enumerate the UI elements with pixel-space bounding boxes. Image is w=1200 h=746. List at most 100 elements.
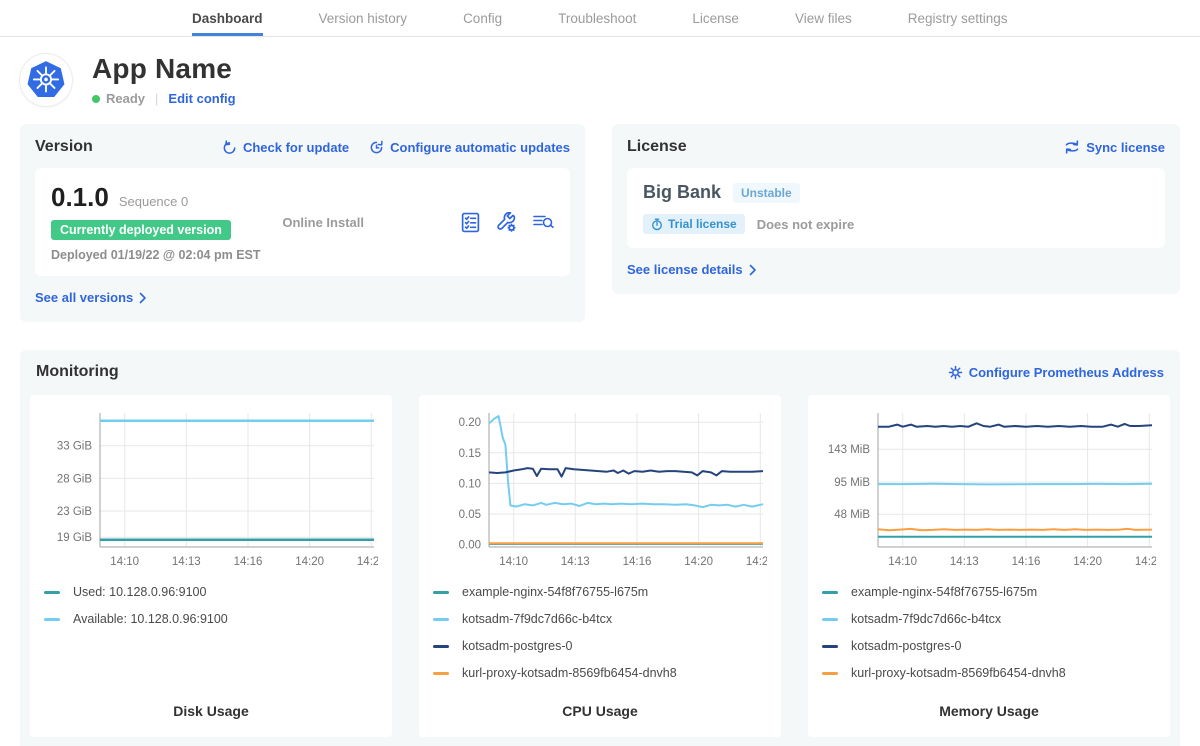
tab-license[interactable]: License [692,0,739,36]
channel-badge: Unstable [733,183,800,203]
legend-swatch [44,591,60,594]
svg-text:14:23: 14:23 [1135,556,1156,568]
monitoring-section: Monitoring Configure Prometheus Address … [20,350,1180,746]
sync-arrows-icon [1064,140,1080,154]
license-panel: Big Bank Unstable Trial license Does not… [627,168,1165,248]
status-dot [92,95,100,103]
legend-item: Used: 10.128.0.96:9100 [44,585,378,599]
chevron-right-icon [749,264,757,276]
svg-text:14:16: 14:16 [234,556,263,568]
svg-text:0.05: 0.05 [459,509,481,521]
svg-text:14:20: 14:20 [295,556,324,568]
svg-text:0.00: 0.00 [459,540,481,552]
page-title: App Name [92,53,236,85]
license-name: Big Bank [643,182,721,203]
svg-text:28 GiB: 28 GiB [57,473,92,485]
legend-label: Used: 10.128.0.96:9100 [73,585,206,599]
version-heading: Version [35,138,93,156]
legend-swatch [433,645,449,648]
legend-item: kurl-proxy-kotsadm-8569fb6454-dnvh8 [822,666,1156,680]
license-heading: License [627,138,687,156]
svg-text:48 MiB: 48 MiB [834,509,870,521]
clock-refresh-icon [369,140,384,155]
legend-item: example-nginx-54f8f76755-l675m [433,585,767,599]
legend-item: kotsadm-7f9dc7d66c-b4tcx [822,612,1156,626]
legend-item: kotsadm-postgres-0 [822,639,1156,653]
legend-label: kurl-proxy-kotsadm-8569fb6454-dnvh8 [462,666,677,680]
chart-legend: example-nginx-54f8f76755-l675m kotsadm-7f… [822,585,1156,693]
tab-version-history[interactable]: Version history [319,0,408,36]
license-card: License Sync license Big Bank Unstable [612,124,1180,294]
chart-title: Memory Usage [822,703,1156,723]
deployed-version-badge: Currently deployed version [51,220,231,240]
current-version-panel: 0.1.0 Sequence 0 Currently deployed vers… [35,168,570,276]
svg-text:0.10: 0.10 [459,478,481,490]
legend-label: kotsadm-7f9dc7d66c-b4tcx [462,612,612,626]
chart-legend: example-nginx-54f8f76755-l675m kotsadm-7f… [433,585,767,693]
refresh-icon [222,140,237,155]
legend-swatch [44,618,60,621]
edit-config-link[interactable]: Edit config [168,91,235,106]
sync-license-link[interactable]: Sync license [1064,140,1165,155]
svg-text:19 GiB: 19 GiB [57,532,92,544]
chart-title: Disk Usage [44,703,378,723]
cards-row: Version Check for update Configure au [0,124,1200,322]
svg-text:14:20: 14:20 [684,556,713,568]
chevron-right-icon [139,292,147,304]
chart-title: CPU Usage [433,703,767,723]
svg-text:14:10: 14:10 [499,556,528,568]
svg-text:95 MiB: 95 MiB [834,477,870,489]
svg-text:14:16: 14:16 [1012,556,1041,568]
legend-item: kotsadm-7f9dc7d66c-b4tcx [433,612,767,626]
see-license-details-link[interactable]: See license details [627,262,757,277]
stopwatch-icon [651,218,663,231]
legend-item: kotsadm-postgres-0 [433,639,767,653]
svg-text:143 MiB: 143 MiB [828,444,871,456]
kubernetes-logo-icon [26,60,66,100]
view-logs-button[interactable] [532,212,554,232]
log-search-icon [532,212,554,232]
chart-legend: Used: 10.128.0.96:9100 Available: 10.128.… [44,585,378,639]
tab-view-files[interactable]: View files [795,0,852,36]
legend-label: example-nginx-54f8f76755-l675m [851,585,1037,599]
configure-prometheus-link[interactable]: Configure Prometheus Address [948,365,1164,380]
deployed-timestamp: Deployed 01/19/22 @ 02:04 pm EST [51,248,282,262]
legend-swatch [433,618,449,621]
checklist-icon [460,212,481,233]
monitoring-heading: Monitoring [36,363,119,381]
tab-troubleshoot[interactable]: Troubleshoot [558,0,636,36]
svg-text:23 GiB: 23 GiB [57,506,92,518]
charts-row: 19 GiB23 GiB28 GiB33 GiB14:1014:1314:161… [30,395,1170,737]
legend-label: kurl-proxy-kotsadm-8569fb6454-dnvh8 [851,666,1066,680]
tab-dashboard[interactable]: Dashboard [192,0,263,36]
legend-swatch [822,672,838,675]
svg-text:14:10: 14:10 [888,556,917,568]
trial-license-badge: Trial license [643,214,745,234]
version-sequence: Sequence 0 [119,194,188,209]
svg-text:14:23: 14:23 [746,556,767,568]
legend-label: Available: 10.128.0.96:9100 [73,612,228,626]
tab-config[interactable]: Config [463,0,502,36]
svg-text:14:20: 14:20 [1073,556,1102,568]
configure-automatic-updates-link[interactable]: Configure automatic updates [369,140,570,155]
legend-item: example-nginx-54f8f76755-l675m [822,585,1156,599]
legend-item: Available: 10.128.0.96:9100 [44,612,378,626]
cpu-usage-card: 0.000.050.100.150.2014:1014:1314:1614:20… [419,395,781,737]
top-nav: Dashboard Version history Config Trouble… [0,0,1200,37]
memory-usage-card: 48 MiB95 MiB143 MiB14:1014:1314:1614:201… [808,395,1170,737]
preflight-checks-button[interactable] [460,212,481,233]
legend-swatch [433,672,449,675]
memory-usage-chart: 48 MiB95 MiB143 MiB14:1014:1314:1614:201… [822,407,1156,575]
legend-label: kotsadm-postgres-0 [851,639,961,653]
tab-registry-settings[interactable]: Registry settings [908,0,1008,36]
wrench-gear-icon [496,212,517,233]
svg-text:14:16: 14:16 [623,556,652,568]
check-for-update-link[interactable]: Check for update [222,140,349,155]
kubernetes-logo [20,54,72,106]
version-card: Version Check for update Configure au [20,124,585,322]
see-all-versions-link[interactable]: See all versions [35,290,147,305]
configure-version-button[interactable] [496,212,517,233]
disk-usage-card: 19 GiB23 GiB28 GiB33 GiB14:1014:1314:161… [30,395,392,737]
svg-text:14:23: 14:23 [357,556,378,568]
license-expiry: Does not expire [757,217,855,232]
